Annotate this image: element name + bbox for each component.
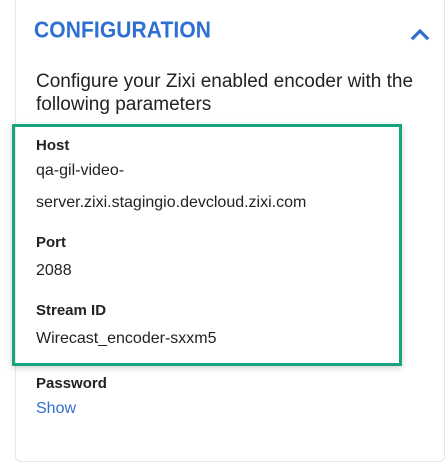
password-label: Password: [36, 375, 107, 392]
chevron-up-icon: [410, 28, 430, 41]
host-label: Host: [36, 137, 70, 154]
collapse-button[interactable]: [406, 22, 434, 46]
port-label: Port: [36, 234, 66, 251]
section-title: CONFIGURATION: [34, 18, 212, 43]
host-field: Host qa-gil-video- server.zixi.stagingio…: [36, 136, 306, 216]
section-header[interactable]: CONFIGURATION: [34, 18, 434, 50]
password-field: Password Show: [36, 374, 107, 421]
section-description: Configure your Zixi enabled encoder with…: [36, 71, 414, 115]
stream-id-label: Stream ID: [36, 302, 107, 319]
port-value: 2088: [36, 262, 72, 279]
stream-id-field: Stream ID Wirecast_encoder-sxxm5: [36, 301, 217, 352]
host-value-line1: qa-gil-video-: [36, 162, 125, 179]
host-value-line2: server.zixi.stagingio.devcloud.zixi.com: [36, 194, 307, 211]
stream-id-value: Wirecast_encoder-sxxm5: [36, 330, 217, 347]
show-password-link[interactable]: Show: [36, 397, 107, 421]
port-field: Port 2088: [36, 233, 72, 284]
